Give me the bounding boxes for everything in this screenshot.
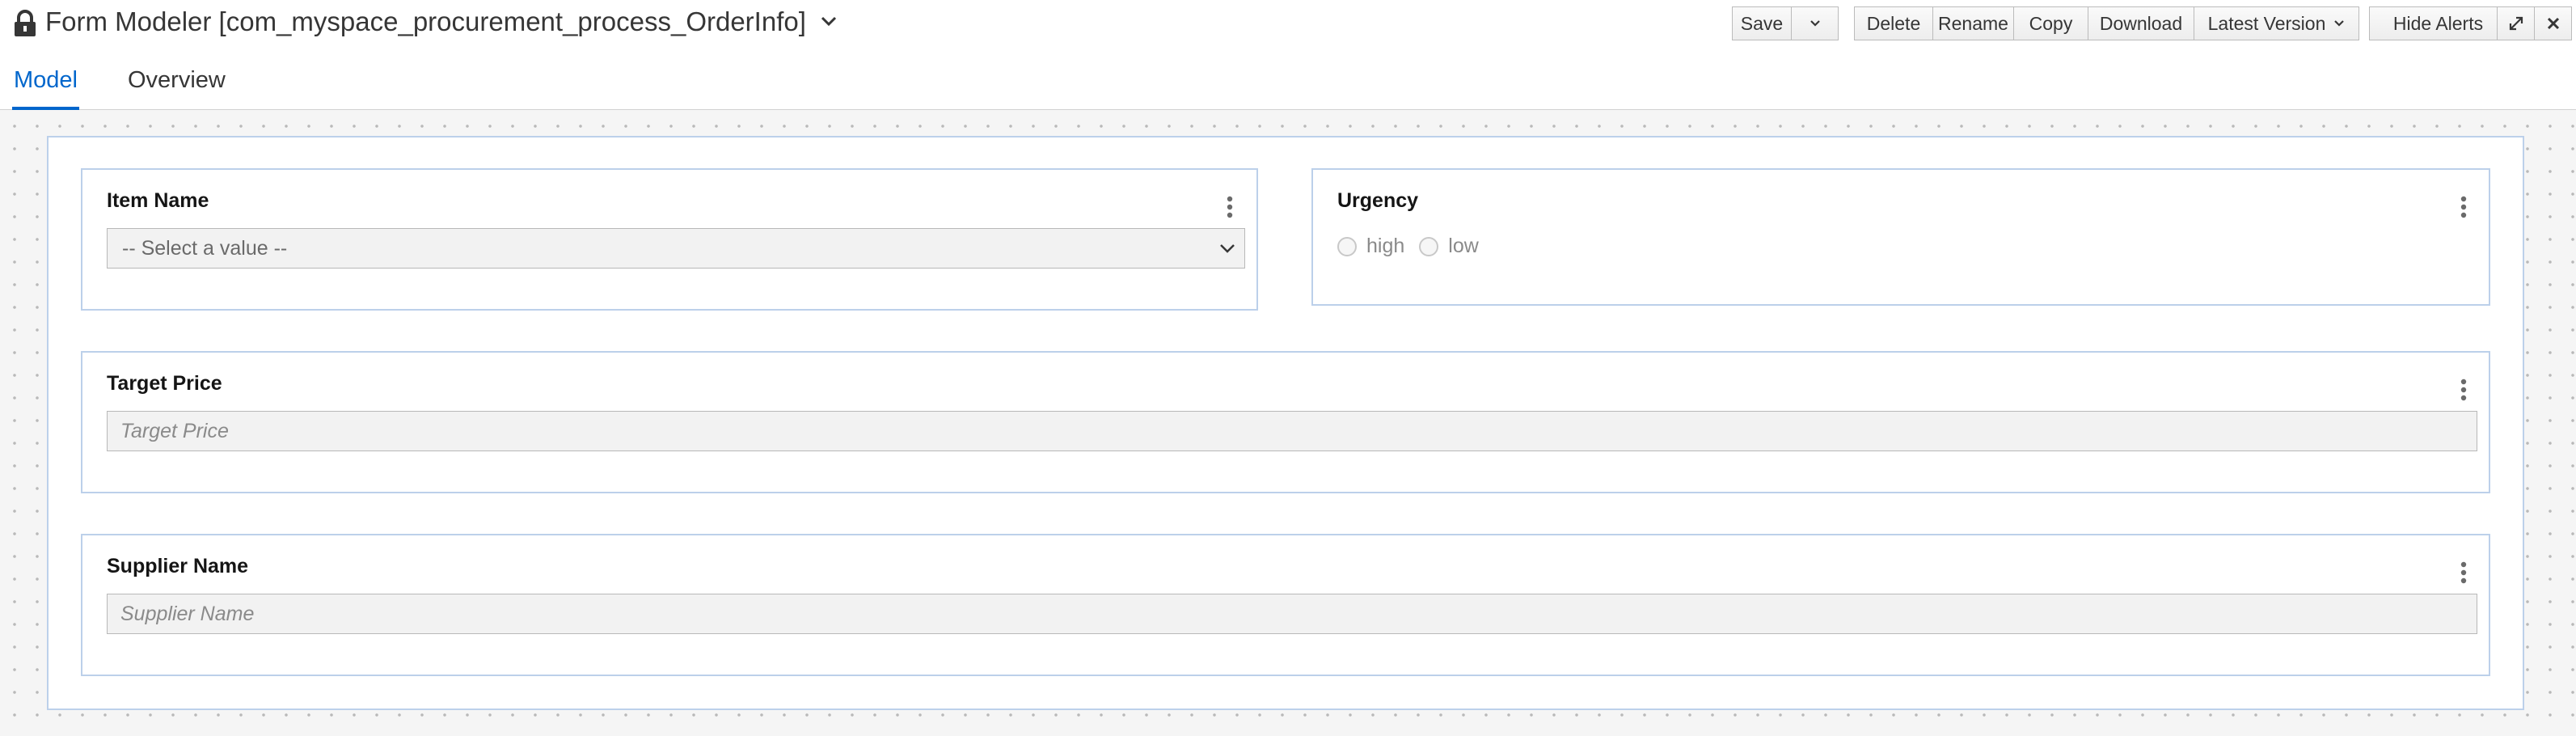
latest-version-label: Latest Version bbox=[2207, 12, 2326, 34]
field-label: Item Name bbox=[107, 189, 209, 212]
field-supplier-name[interactable]: Supplier Name bbox=[81, 534, 2490, 676]
kebab-menu-icon[interactable] bbox=[2460, 379, 2468, 401]
urgency-radio-group: high low bbox=[1337, 235, 1493, 258]
save-options-button[interactable] bbox=[1791, 6, 1839, 40]
tab-model[interactable]: Model bbox=[12, 50, 79, 110]
form-canvas: Item Name -- Select a value -- Urgency h… bbox=[0, 110, 2576, 736]
title-bar: Form Modeler [com_myspace_procurement_pr… bbox=[0, 0, 2576, 49]
radio-label: low bbox=[1448, 235, 1479, 257]
close-icon bbox=[2547, 17, 2559, 30]
field-urgency[interactable]: Urgency high low bbox=[1311, 168, 2490, 306]
radio-button[interactable] bbox=[1337, 236, 1357, 256]
field-label: Supplier Name bbox=[107, 555, 249, 577]
kebab-menu-icon[interactable] bbox=[2460, 561, 2468, 584]
radio-button[interactable] bbox=[1419, 236, 1439, 256]
expand-icon bbox=[2509, 16, 2523, 31]
latest-version-dropdown[interactable]: Latest Version bbox=[2194, 6, 2359, 40]
rename-button[interactable]: Rename bbox=[1932, 6, 2014, 40]
radio-option-low[interactable]: low bbox=[1419, 235, 1479, 258]
lock-icon bbox=[15, 10, 36, 36]
supplier-name-input[interactable] bbox=[107, 594, 2477, 634]
chevron-down-icon bbox=[1810, 20, 1820, 27]
form-layout-container: Item Name -- Select a value -- Urgency h… bbox=[47, 136, 2524, 710]
close-button[interactable] bbox=[2534, 6, 2572, 40]
download-button[interactable]: Download bbox=[2088, 6, 2194, 40]
copy-button[interactable]: Copy bbox=[2013, 6, 2088, 40]
radio-label: high bbox=[1366, 235, 1405, 257]
page-title: Form Modeler [com_myspace_procurement_pr… bbox=[45, 6, 806, 36]
select-value: -- Select a value -- bbox=[122, 237, 288, 260]
kebab-menu-icon[interactable] bbox=[1226, 196, 1234, 218]
field-target-price[interactable]: Target Price bbox=[81, 351, 2490, 493]
radio-option-high[interactable]: high bbox=[1337, 235, 1404, 258]
tab-overview[interactable]: Overview bbox=[126, 50, 227, 110]
chevron-down-icon bbox=[2334, 20, 2345, 27]
chevron-down-icon bbox=[1220, 244, 1235, 253]
delete-button[interactable]: Delete bbox=[1854, 6, 1933, 40]
tab-bar: Model Overview bbox=[0, 50, 2576, 110]
field-label: Urgency bbox=[1337, 189, 1419, 212]
target-price-input[interactable] bbox=[107, 411, 2477, 451]
chevron-down-icon[interactable] bbox=[820, 15, 838, 27]
maximize-button[interactable] bbox=[2497, 6, 2535, 40]
item-name-select[interactable]: -- Select a value -- bbox=[107, 228, 1245, 269]
save-button[interactable]: Save bbox=[1732, 6, 1792, 40]
field-label: Target Price bbox=[107, 372, 222, 395]
field-item-name[interactable]: Item Name -- Select a value -- bbox=[81, 168, 1258, 311]
kebab-menu-icon[interactable] bbox=[2460, 196, 2468, 218]
hide-alerts-button[interactable]: Hide Alerts bbox=[2369, 6, 2507, 40]
